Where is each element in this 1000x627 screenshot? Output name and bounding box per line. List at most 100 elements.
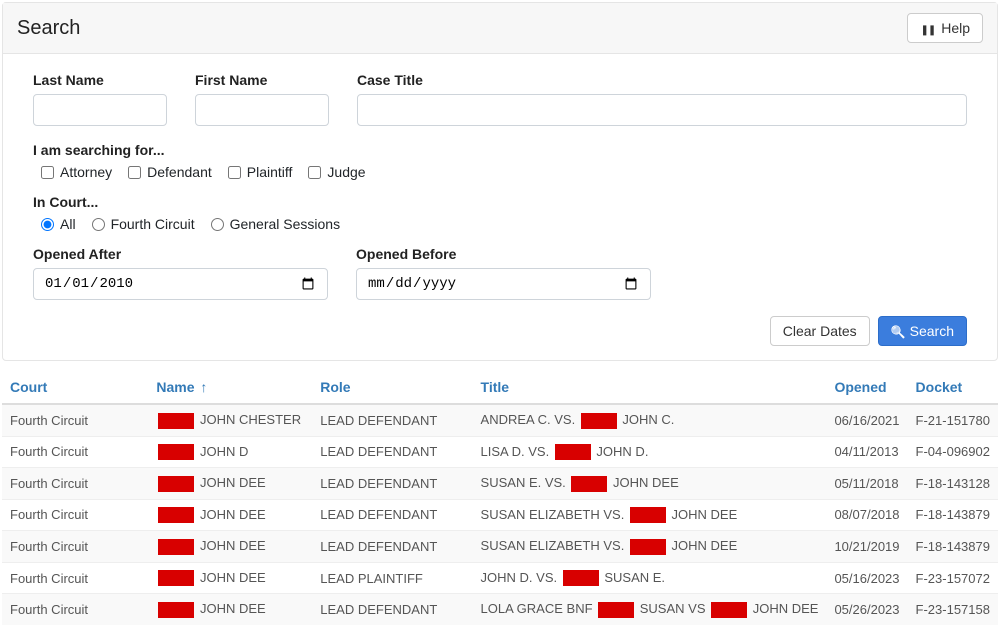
redacted-block: [630, 507, 666, 523]
cell-docket: F-18-143128: [908, 468, 998, 500]
table-row[interactable]: Fourth Circuit JOHN CHESTERLEAD DEFENDAN…: [2, 404, 998, 436]
searching-for-group: I am searching for... Attorney Defendant…: [33, 142, 967, 180]
court-general-radio[interactable]: [211, 218, 224, 231]
search-button[interactable]: Search: [878, 316, 967, 346]
last-name-label: Last Name: [33, 72, 167, 88]
judge-option[interactable]: Judge: [308, 164, 365, 180]
cell-opened: 05/11/2018: [826, 468, 907, 500]
sort-asc-icon: ↑: [200, 379, 207, 395]
cell-name: JOHN DEE: [148, 468, 312, 500]
cell-opened: 06/16/2021: [826, 404, 907, 436]
cell-name: JOHN DEE: [148, 499, 312, 531]
table-row[interactable]: Fourth Circuit JOHN DEELEAD DEFENDANTLOL…: [2, 594, 998, 625]
cell-name: JOHN DEE: [148, 531, 312, 563]
cell-court: Fourth Circuit: [2, 436, 148, 468]
panel-body: Last Name First Name Case Title I am sea…: [3, 54, 997, 360]
cell-opened: 05/26/2023: [826, 594, 907, 625]
form-actions: Clear Dates Search: [33, 316, 967, 346]
cell-name: JOHN DEE: [148, 562, 312, 594]
cell-docket: F-23-157158: [908, 594, 998, 625]
cell-title: ANDREA C. VS. JOHN C.: [473, 404, 827, 436]
cell-role: LEAD DEFENDANT: [312, 404, 472, 436]
cell-docket: F-21-151780: [908, 404, 998, 436]
defendant-option[interactable]: Defendant: [128, 164, 212, 180]
cell-role: LEAD DEFENDANT: [312, 468, 472, 500]
cell-role: LEAD PLAINTIFF: [312, 562, 472, 594]
search-btn-label: Search: [910, 323, 954, 339]
case-title-input[interactable]: [357, 94, 967, 126]
case-title-label: Case Title: [357, 72, 967, 88]
cell-court: Fourth Circuit: [2, 404, 148, 436]
cell-name: JOHN CHESTER: [148, 404, 312, 436]
judge-checkbox[interactable]: [308, 166, 321, 179]
defendant-checkbox[interactable]: [128, 166, 141, 179]
redacted-block: [630, 539, 666, 555]
redacted-block: [158, 570, 194, 586]
redacted-block: [158, 413, 194, 429]
court-fourth-option[interactable]: Fourth Circuit: [92, 216, 195, 232]
cell-docket: F-18-143879: [908, 531, 998, 563]
col-header-docket[interactable]: Docket: [908, 371, 998, 404]
opened-after-input[interactable]: [33, 268, 328, 300]
name-title-row: Last Name First Name Case Title: [33, 72, 967, 126]
table-header-row: Court Name ↑ Role Title Opened Docket: [2, 371, 998, 404]
opened-after-label: Opened After: [33, 246, 328, 262]
results-area: Court Name ↑ Role Title Opened Docket Fo…: [2, 371, 998, 625]
cell-title: SUSAN ELIZABETH VS. JOHN DEE: [473, 531, 827, 563]
col-header-role[interactable]: Role: [312, 371, 472, 404]
col-header-title[interactable]: Title: [473, 371, 827, 404]
cell-title: JOHN D. VS. SUSAN E.: [473, 562, 827, 594]
cell-docket: F-04-096902: [908, 436, 998, 468]
col-header-court[interactable]: Court: [2, 371, 148, 404]
cell-role: LEAD DEFENDANT: [312, 499, 472, 531]
plaintiff-option[interactable]: Plaintiff: [228, 164, 293, 180]
cell-docket: F-18-143879: [908, 499, 998, 531]
case-title-group: Case Title: [357, 72, 967, 126]
help-button[interactable]: Help: [907, 13, 983, 43]
first-name-group: First Name: [195, 72, 329, 126]
last-name-input[interactable]: [33, 94, 167, 126]
cell-role: LEAD DEFENDANT: [312, 436, 472, 468]
cell-opened: 10/21/2019: [826, 531, 907, 563]
first-name-input[interactable]: [195, 94, 329, 126]
cell-title: SUSAN ELIZABETH VS. JOHN DEE: [473, 499, 827, 531]
opened-before-input[interactable]: [356, 268, 651, 300]
court-general-option[interactable]: General Sessions: [211, 216, 341, 232]
table-body: Fourth Circuit JOHN CHESTERLEAD DEFENDAN…: [2, 404, 998, 625]
table-row[interactable]: Fourth Circuit JOHN DLEAD DEFENDANTLISA …: [2, 436, 998, 468]
opened-before-group: Opened Before: [356, 246, 651, 300]
redacted-block: [158, 602, 194, 618]
col-header-name[interactable]: Name ↑: [148, 371, 312, 404]
redacted-block: [158, 507, 194, 523]
col-header-opened[interactable]: Opened: [826, 371, 907, 404]
court-options: All Fourth Circuit General Sessions: [33, 216, 967, 232]
cell-title: SUSAN E. VS. JOHN DEE: [473, 468, 827, 500]
cell-court: Fourth Circuit: [2, 562, 148, 594]
court-group: In Court... All Fourth Circuit General S…: [33, 194, 967, 232]
table-row[interactable]: Fourth Circuit JOHN DEELEAD DEFENDANTSUS…: [2, 499, 998, 531]
cell-role: LEAD DEFENDANT: [312, 531, 472, 563]
table-row[interactable]: Fourth Circuit JOHN DEELEAD DEFENDANTSUS…: [2, 531, 998, 563]
redacted-block: [563, 570, 599, 586]
clear-dates-button[interactable]: Clear Dates: [770, 316, 870, 346]
book-icon: [920, 20, 937, 36]
first-name-label: First Name: [195, 72, 329, 88]
role-options: Attorney Defendant Plaintiff Judge: [33, 164, 967, 180]
cell-court: Fourth Circuit: [2, 594, 148, 625]
cell-opened: 08/07/2018: [826, 499, 907, 531]
panel-header: Search Help: [3, 3, 997, 54]
attorney-option[interactable]: Attorney: [41, 164, 112, 180]
table-row[interactable]: Fourth Circuit JOHN DEELEAD PLAINTIFFJOH…: [2, 562, 998, 594]
page-title: Search: [17, 17, 80, 40]
redacted-block: [571, 476, 607, 492]
cell-name: JOHN DEE: [148, 594, 312, 625]
table-row[interactable]: Fourth Circuit JOHN DEELEAD DEFENDANTSUS…: [2, 468, 998, 500]
court-fourth-radio[interactable]: [92, 218, 105, 231]
attorney-checkbox[interactable]: [41, 166, 54, 179]
court-all-radio[interactable]: [41, 218, 54, 231]
redacted-block: [158, 476, 194, 492]
cell-role: LEAD DEFENDANT: [312, 594, 472, 625]
searching-for-label: I am searching for...: [33, 142, 967, 158]
plaintiff-checkbox[interactable]: [228, 166, 241, 179]
court-all-option[interactable]: All: [41, 216, 76, 232]
